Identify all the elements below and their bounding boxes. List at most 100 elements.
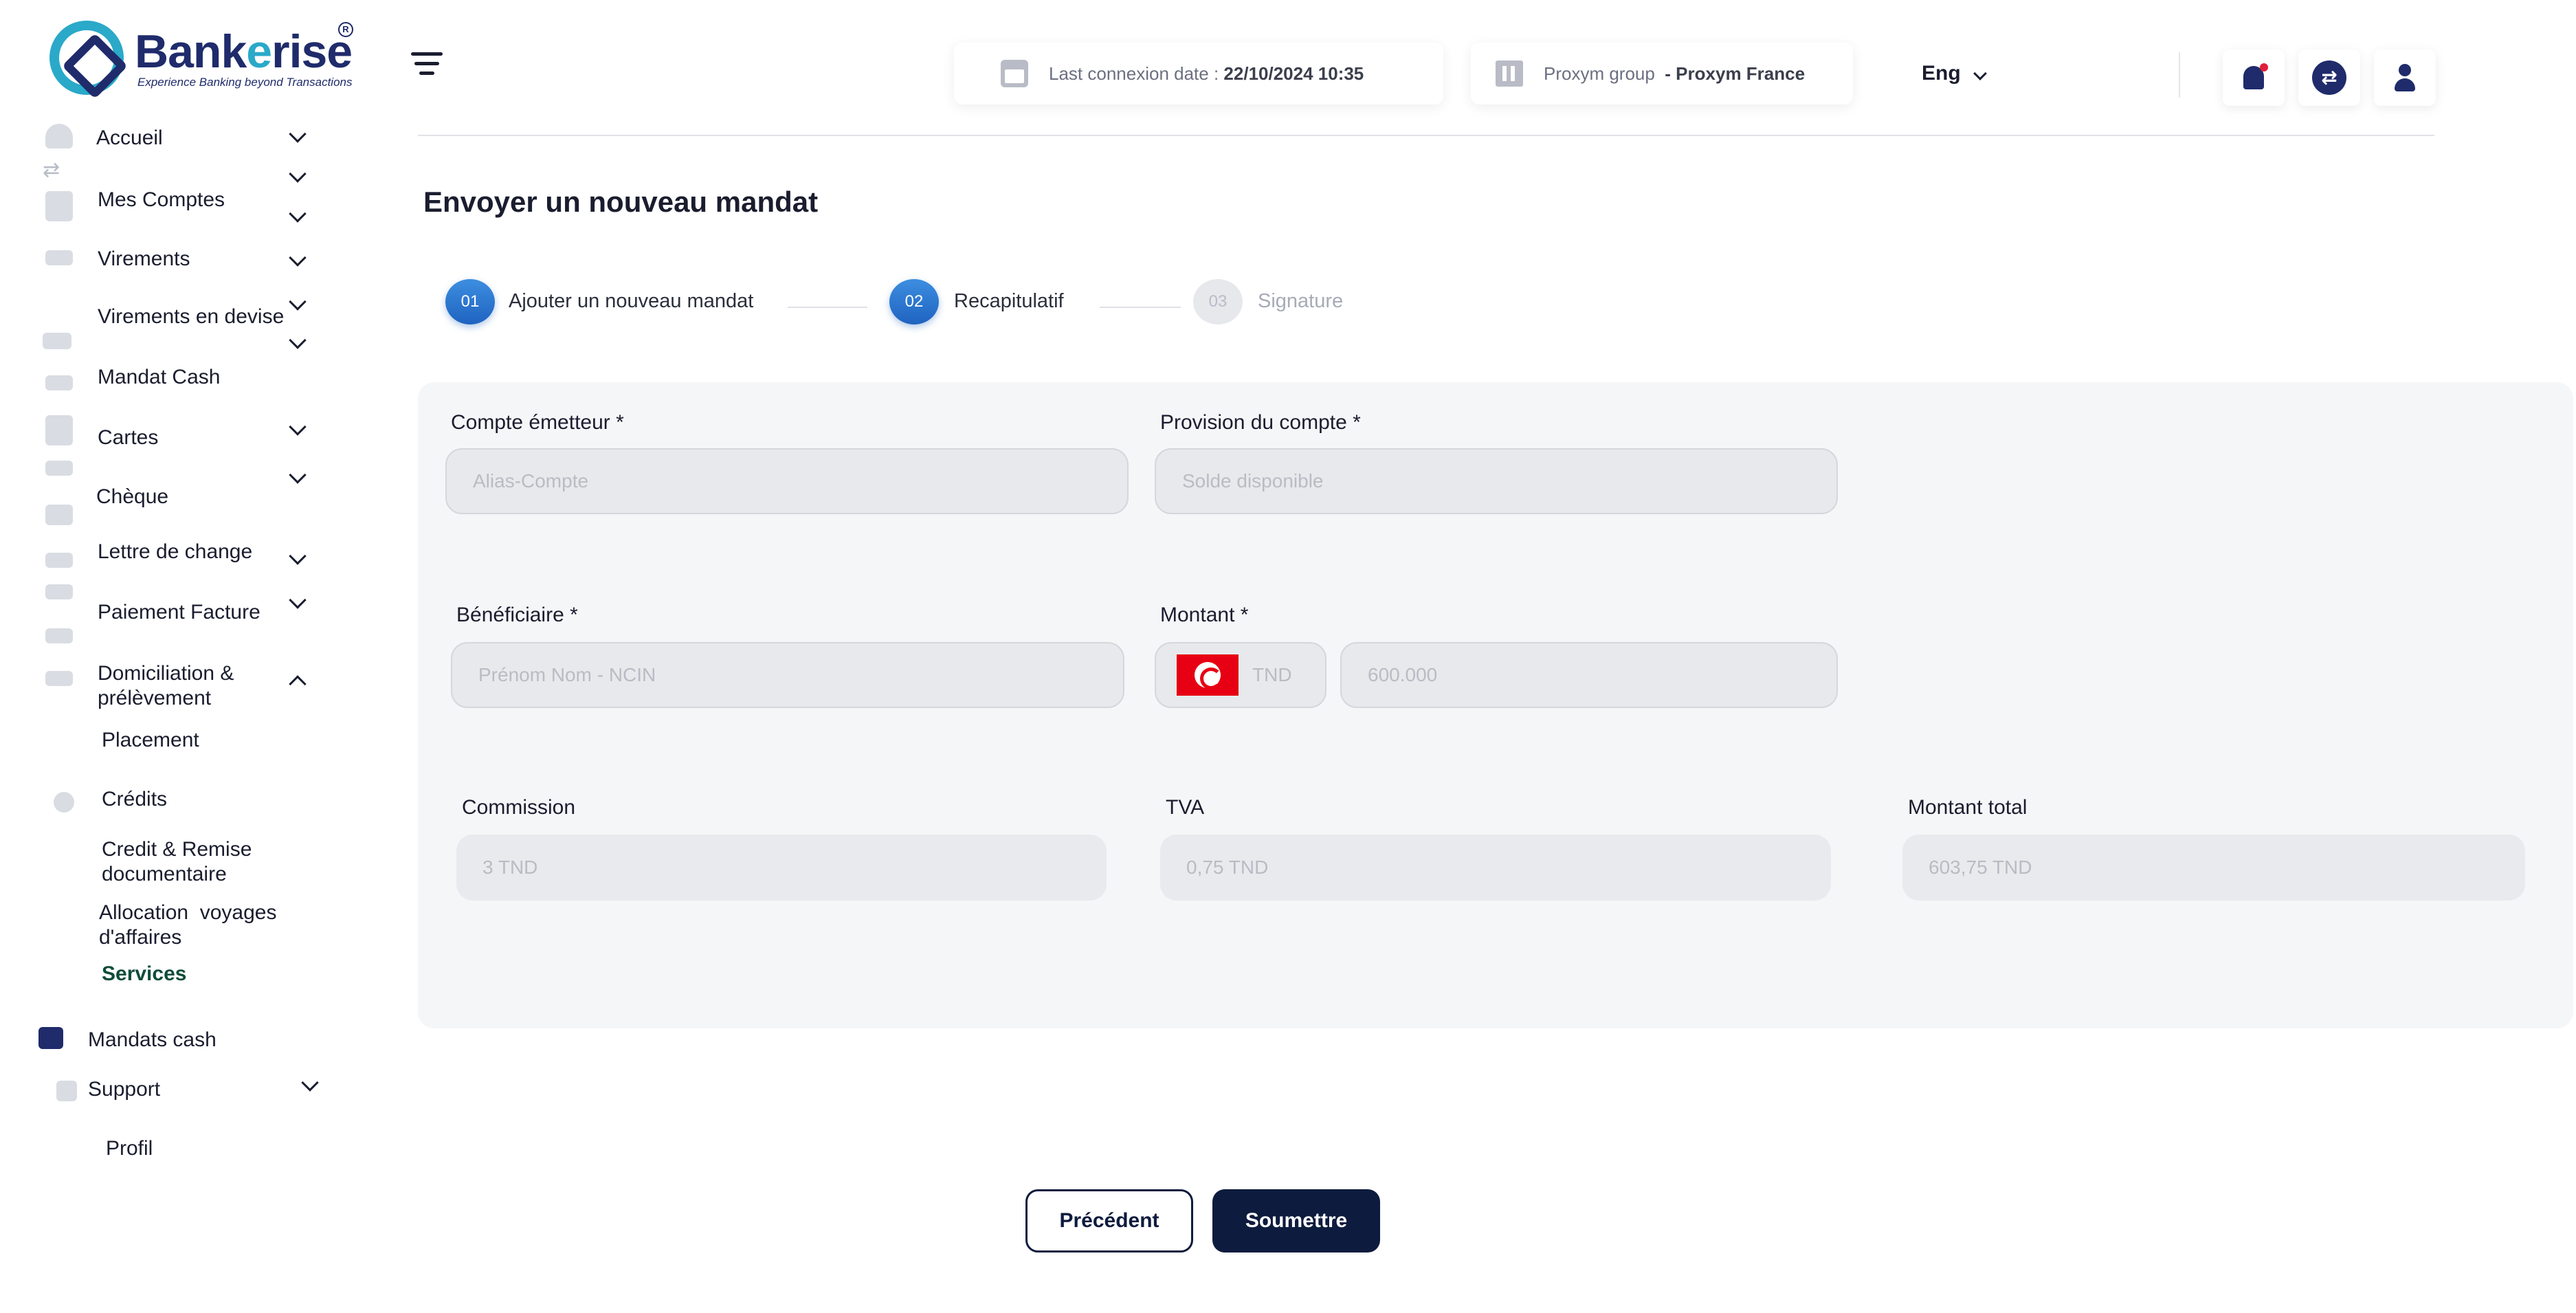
step-2-label: Recapitulatif <box>954 290 1064 312</box>
group-label: Proxym group <box>1544 63 1655 84</box>
header-divider-line <box>418 135 2434 136</box>
sidebar-item-label: Credit & Remise documentaire <box>102 838 252 885</box>
sidebar-item-label: Lettre de change <box>98 540 253 563</box>
sidebar-item-label: Services <box>102 962 187 985</box>
beneficiaire-input[interactable]: Prénom Nom - NCIN <box>451 642 1124 708</box>
sidebar-item-mandat-cash[interactable]: Mandat Cash <box>98 366 220 389</box>
sidebar-item-label: Mes Comptes <box>98 188 225 211</box>
chevron-down-icon[interactable] <box>301 1074 319 1092</box>
profile-button[interactable] <box>2374 49 2436 106</box>
montant-input[interactable]: 600.000 <box>1340 642 1838 708</box>
chevron-down-icon[interactable] <box>289 418 307 436</box>
sidebar-item-virements-devise[interactable]: Virements en devise <box>98 305 284 329</box>
last-connexion-label: Last connexion date : <box>1049 63 1219 84</box>
sidebar-item-allocation[interactable]: Allocation voyages d'affaires <box>99 901 319 950</box>
sidebar-item-services[interactable]: Services <box>102 962 186 986</box>
commission-label: Commission <box>462 796 576 819</box>
transfer-icon <box>43 333 71 349</box>
currency-selector[interactable]: TND <box>1155 642 1326 708</box>
provision-label: Provision du compte * <box>1160 411 1361 434</box>
sidebar-item-domiciliation[interactable]: Domiciliation & prélèvement <box>98 661 304 711</box>
tva-label: TVA <box>1166 796 1205 819</box>
chevron-down-icon[interactable] <box>289 466 307 484</box>
sidebar-item-credit-remise[interactable]: Credit & Remise documentaire <box>102 837 308 887</box>
switch-account-button[interactable]: ⇄ <box>2298 49 2360 106</box>
compte-emetteur-input[interactable]: Alias-Compte <box>445 448 1129 514</box>
envelope-icon <box>45 553 73 568</box>
home-icon <box>45 124 73 148</box>
envelope-icon <box>45 375 73 390</box>
chevron-down-icon[interactable] <box>289 331 307 349</box>
sidebar-item-label: Virements en devise <box>98 305 285 328</box>
sidebar-item-profil[interactable]: Profil <box>106 1137 153 1160</box>
sidebar-item-accueil[interactable]: Accueil <box>96 126 163 150</box>
chevron-down-icon[interactable] <box>289 125 307 143</box>
sidebar-item-label: Mandats cash <box>88 1028 216 1051</box>
sidebar-item-label: Chèque <box>96 485 169 508</box>
compte-emetteur-label: Compte émetteur * <box>451 411 624 434</box>
sidebar-item-label: Cartes <box>98 426 159 449</box>
sidebar-item-paiement-facture[interactable]: Paiement Facture <box>98 601 260 624</box>
sidebar-item-label: Allocation voyages d'affaires <box>99 901 282 949</box>
step-3-circle[interactable]: 03 <box>1193 279 1243 324</box>
envelope-icon <box>45 461 73 476</box>
step-1-circle[interactable]: 01 <box>445 279 495 324</box>
group-card: Proxym group - Proxym France <box>1471 43 1853 104</box>
notifications-button[interactable] <box>2223 49 2285 106</box>
beneficiaire-label: Bénéficiaire * <box>456 604 578 626</box>
sidebar-item-credits[interactable]: Crédits <box>102 788 167 811</box>
sidebar-item-label: Support <box>88 1078 161 1101</box>
montant-total-field: 603,75 TND <box>1902 835 2525 901</box>
sidebar-item-label: Profil <box>106 1137 153 1160</box>
sidebar-item-virements[interactable]: Virements <box>98 247 190 271</box>
chevron-down-icon[interactable] <box>289 547 307 565</box>
sidebar-item-mandats-cash[interactable]: Mandats cash <box>88 1028 216 1052</box>
sidebar-item-label: Paiement Facture <box>98 601 260 624</box>
wallet-icon <box>45 191 73 221</box>
building-icon <box>1496 60 1523 87</box>
sidebar-item-cheque[interactable]: Chèque <box>96 485 168 509</box>
sidebar-item-label: Domiciliation & prélèvement <box>98 662 234 709</box>
sidebar-item-label: Accueil <box>96 126 163 149</box>
sidebar-item-mes-comptes[interactable]: Mes Comptes <box>98 188 225 212</box>
language-selector[interactable]: Eng <box>1922 62 1961 85</box>
previous-button[interactable]: Précédent <box>1025 1189 1193 1253</box>
bankerise-logo[interactable]: Bankerise Experience Banking beyond Tran… <box>49 21 359 96</box>
envelope-icon <box>38 1027 63 1049</box>
last-connexion-card: Last connexion date : 22/10/2024 10:35 <box>954 43 1443 104</box>
logo-mark-icon <box>49 21 124 95</box>
step-1-label: Ajouter un nouveau mandat <box>509 290 754 312</box>
commission-field: 3 TND <box>456 835 1107 901</box>
chevron-down-icon[interactable] <box>289 249 307 267</box>
support-icon <box>56 1081 77 1101</box>
chevron-down-icon[interactable] <box>289 165 307 183</box>
user-icon <box>2393 64 2417 91</box>
montant-label: Montant * <box>1160 604 1249 626</box>
submit-button[interactable]: Soumettre <box>1212 1189 1380 1253</box>
bell-icon <box>2243 63 2268 89</box>
card-icon <box>45 415 73 445</box>
envelope-icon <box>45 250 73 265</box>
step-2-circle[interactable]: 02 <box>889 279 939 324</box>
chevron-down-icon[interactable] <box>1973 67 1987 80</box>
sidebar-item-lettre-de-change[interactable]: Lettre de change <box>98 540 252 564</box>
tunisia-flag-icon <box>1177 654 1239 696</box>
currency-code: TND <box>1252 664 1292 685</box>
provision-input[interactable]: Solde disponible <box>1155 448 1838 514</box>
menu-toggle-icon[interactable] <box>411 52 443 76</box>
logo-wordmark: Bankerise <box>135 25 353 78</box>
step-3-label: Signature <box>1258 290 1344 312</box>
sidebar-item-label: Crédits <box>102 788 168 810</box>
sidebar-item-label: Virements <box>98 247 190 270</box>
chevron-down-icon[interactable] <box>289 591 307 609</box>
chevron-down-icon[interactable] <box>289 293 307 311</box>
sidebar-item-support[interactable]: Support <box>88 1078 160 1101</box>
header-divider <box>2179 52 2180 98</box>
sidebar-item-cartes[interactable]: Cartes <box>98 426 158 450</box>
sidebar-item-label: Mandat Cash <box>98 366 221 388</box>
sidebar-item-placement[interactable]: Placement <box>102 729 199 752</box>
sync-icon: ⇄ <box>2312 60 2346 95</box>
transfer-icon: ⇄ <box>43 159 60 181</box>
chevron-down-icon[interactable] <box>289 205 307 223</box>
tva-field: 0,75 TND <box>1160 835 1831 901</box>
